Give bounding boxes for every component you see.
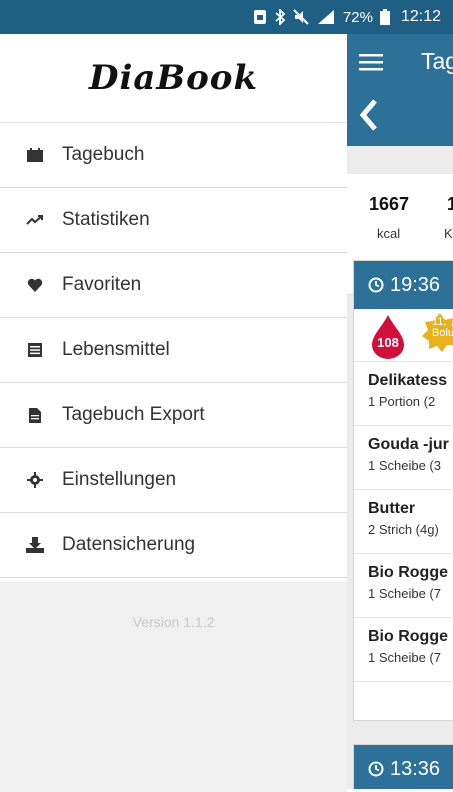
bluetooth-icon xyxy=(275,9,286,25)
food-amount: 1 Scheibe (3 xyxy=(368,458,441,473)
second-stat-label: K xyxy=(444,226,453,241)
food-amount: 2 Strich (4g) xyxy=(368,522,439,537)
gear-icon xyxy=(24,469,46,491)
version-text: Version 1.1.2 xyxy=(132,614,215,630)
menu-label: Datensicherung xyxy=(62,534,196,555)
kcal-value: 1667 xyxy=(369,194,410,214)
main-content: Tag 1667 kcal 1 K 19:36 108 11, Bolu Del… xyxy=(347,34,453,789)
menu-label: Lebensmittel xyxy=(62,339,170,360)
entry-time: 13:36 xyxy=(390,757,441,780)
diary-entry-card[interactable]: 19:36 108 11, Bolu Delikatess 1 Portion … xyxy=(353,260,453,721)
bolus-label: Bolu xyxy=(432,327,453,339)
page-title: Tag xyxy=(421,48,453,74)
navigation-drawer: DiaBook Tagebuch Statistiken Favoriten L… xyxy=(0,34,348,792)
menu-item-datensicherung[interactable]: Datensicherung xyxy=(0,513,347,578)
food-item[interactable]: Delikatess 1 Portion (2 xyxy=(354,362,453,426)
entry-header: 19:36 xyxy=(354,261,453,309)
menu-item-favoriten[interactable]: Favoriten xyxy=(0,253,347,318)
entry-badges: 108 11, Bolu xyxy=(354,309,453,362)
blood-glucose-badge: 108 xyxy=(368,315,408,359)
food-item[interactable]: Butter 2 Strich (4g) xyxy=(354,490,453,554)
menu-label: Statistiken xyxy=(62,209,150,230)
heart-icon xyxy=(24,274,46,296)
glucose-value: 108 xyxy=(377,335,399,350)
food-item[interactable]: Bio Rogge 1 Scheibe (7 xyxy=(354,618,453,682)
food-name: Bio Rogge xyxy=(368,564,448,581)
bolus-text: 11, Bolu xyxy=(432,317,453,339)
download-icon xyxy=(24,534,46,556)
drawer-footer: Version 1.1.2 xyxy=(0,582,347,792)
menu-item-lebensmittel[interactable]: Lebensmittel xyxy=(0,318,347,383)
mute-icon xyxy=(293,9,309,25)
food-amount: 1 Scheibe (7 xyxy=(368,650,441,665)
clock-icon xyxy=(368,277,384,293)
menu-label: Tagebuch xyxy=(62,144,145,165)
clock: 12:12 xyxy=(400,8,441,25)
food-name: Bio Rogge xyxy=(368,628,448,645)
menu-icon[interactable] xyxy=(359,52,383,72)
food-item[interactable]: Bio Rogge 1 Scheibe (7 xyxy=(354,554,453,618)
food-name: Butter xyxy=(368,500,416,517)
signal-icon xyxy=(317,10,334,24)
food-amount: 1 Portion (2 xyxy=(368,394,436,409)
menu-label: Einstellungen xyxy=(62,469,177,490)
entry-header: 13:36 xyxy=(354,745,453,789)
food-name: Delikatess xyxy=(368,372,448,389)
file-icon xyxy=(24,404,46,426)
second-stat-value: 1 xyxy=(447,194,453,214)
menu-item-tagebuch[interactable]: Tagebuch xyxy=(0,123,347,188)
menu-item-statistiken[interactable]: Statistiken xyxy=(0,188,347,253)
drawer-menu: Tagebuch Statistiken Favoriten Lebensmit… xyxy=(0,122,347,578)
menu-item-tagebuch-export[interactable]: Tagebuch Export xyxy=(0,383,347,448)
kcal-label: kcal xyxy=(377,226,401,241)
trend-icon xyxy=(24,209,46,231)
list-icon xyxy=(24,339,46,361)
battery-icon xyxy=(379,9,390,25)
battery-percent: 72% xyxy=(342,8,373,26)
status-bar: 72% 12:12 xyxy=(0,0,453,34)
calendar-icon xyxy=(24,144,46,166)
app-logo: DiaBook xyxy=(88,58,259,98)
diary-entry-card[interactable]: 13:36 xyxy=(353,744,453,789)
menu-label: Favoriten xyxy=(62,274,142,295)
food-item[interactable]: Gouda -jur 1 Scheibe (3 xyxy=(354,426,453,490)
back-arrow-icon[interactable] xyxy=(359,98,379,132)
app-bar: Tag xyxy=(347,34,453,146)
nfc-icon xyxy=(253,10,266,24)
clock-icon xyxy=(368,761,384,777)
drawer-header: DiaBook xyxy=(0,34,347,122)
food-name: Gouda -jur xyxy=(368,436,449,453)
menu-label: Tagebuch Export xyxy=(62,404,205,425)
entry-time: 19:36 xyxy=(390,273,441,296)
food-amount: 1 Scheibe (7 xyxy=(368,586,441,601)
entry-footer xyxy=(354,682,453,720)
menu-item-einstellungen[interactable]: Einstellungen xyxy=(0,448,347,513)
